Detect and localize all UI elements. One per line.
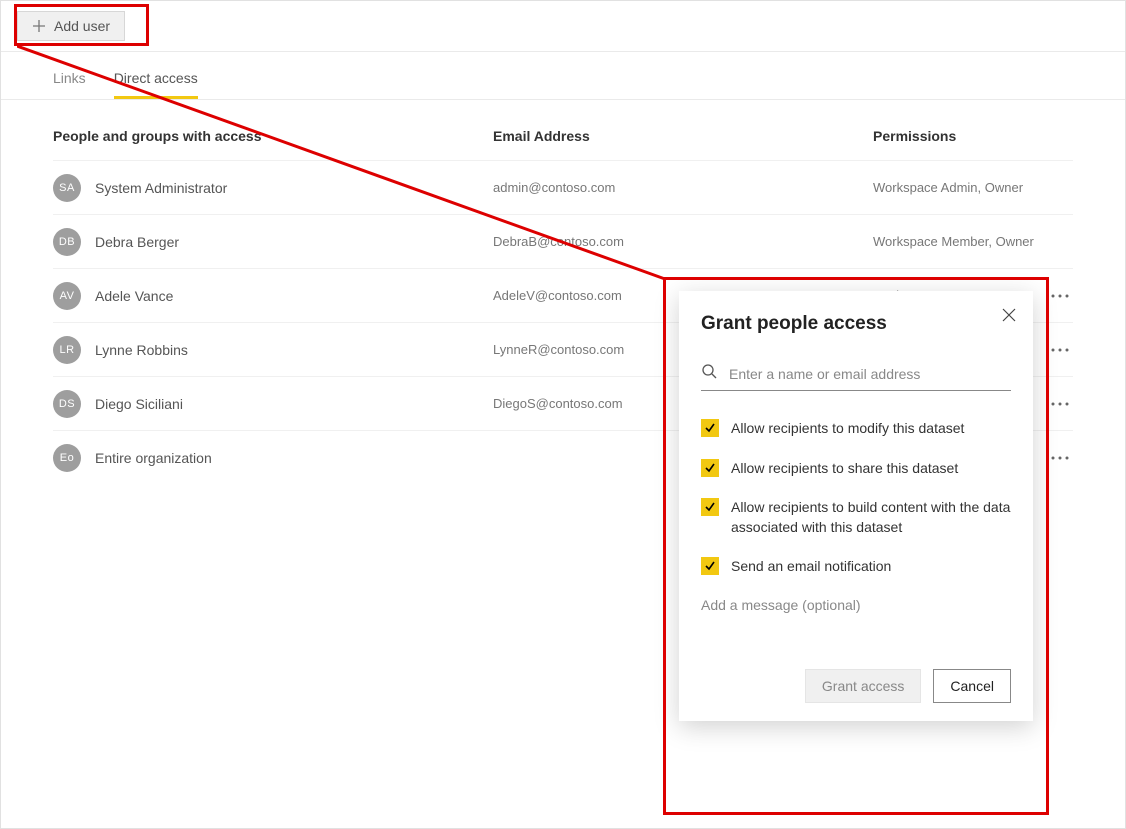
user-email: admin@contoso.com <box>493 180 873 195</box>
plus-icon <box>32 19 46 33</box>
search-icon <box>701 363 717 384</box>
message-input[interactable]: Add a message (optional) <box>701 597 1011 613</box>
grant-access-dialog: Grant people access Allow recipients to … <box>679 291 1033 721</box>
checkbox-build-label: Allow recipients to build content with t… <box>731 498 1011 537</box>
add-user-button[interactable]: Add user <box>17 11 125 41</box>
header-email: Email Address <box>493 128 873 144</box>
tab-links[interactable]: Links <box>53 70 86 99</box>
user-email: DebraB@contoso.com <box>493 234 873 249</box>
tab-direct-access[interactable]: Direct access <box>114 70 198 99</box>
more-icon[interactable] <box>1051 294 1069 298</box>
close-icon[interactable] <box>1001 307 1017 328</box>
user-name: Lynne Robbins <box>95 342 188 358</box>
add-user-label: Add user <box>54 18 110 34</box>
checkbox-email-label: Send an email notification <box>731 557 891 577</box>
dialog-title: Grant people access <box>701 313 1011 335</box>
user-permission: Workspace Member, Owner <box>873 234 1034 249</box>
cancel-button[interactable]: Cancel <box>933 669 1011 703</box>
checkbox-share-label: Allow recipients to share this dataset <box>731 459 958 479</box>
checkbox-email[interactable] <box>701 557 719 575</box>
more-icon[interactable] <box>1051 348 1069 352</box>
checkbox-modify-label: Allow recipients to modify this dataset <box>731 419 964 439</box>
user-name: Debra Berger <box>95 234 179 250</box>
checkbox-build[interactable] <box>701 498 719 516</box>
avatar: AV <box>53 282 81 310</box>
avatar: DS <box>53 390 81 418</box>
table-row: DB Debra Berger DebraB@contoso.com Works… <box>53 214 1073 268</box>
more-icon[interactable] <box>1051 456 1069 460</box>
grant-access-button[interactable]: Grant access <box>805 669 921 703</box>
user-permission: Workspace Admin, Owner <box>873 180 1023 195</box>
header-name: People and groups with access <box>53 128 493 144</box>
avatar: Eo <box>53 444 81 472</box>
user-name: Adele Vance <box>95 288 173 304</box>
checkbox-modify[interactable] <box>701 419 719 437</box>
recipient-input[interactable] <box>727 365 1011 383</box>
header-permissions: Permissions <box>873 128 1073 144</box>
user-name: Diego Siciliani <box>95 396 183 412</box>
avatar: LR <box>53 336 81 364</box>
user-name: System Administrator <box>95 180 227 196</box>
user-name: Entire organization <box>95 450 212 466</box>
more-icon[interactable] <box>1051 402 1069 406</box>
table-row: SA System Administrator admin@contoso.co… <box>53 160 1073 214</box>
avatar: DB <box>53 228 81 256</box>
avatar: SA <box>53 174 81 202</box>
checkbox-share[interactable] <box>701 459 719 477</box>
